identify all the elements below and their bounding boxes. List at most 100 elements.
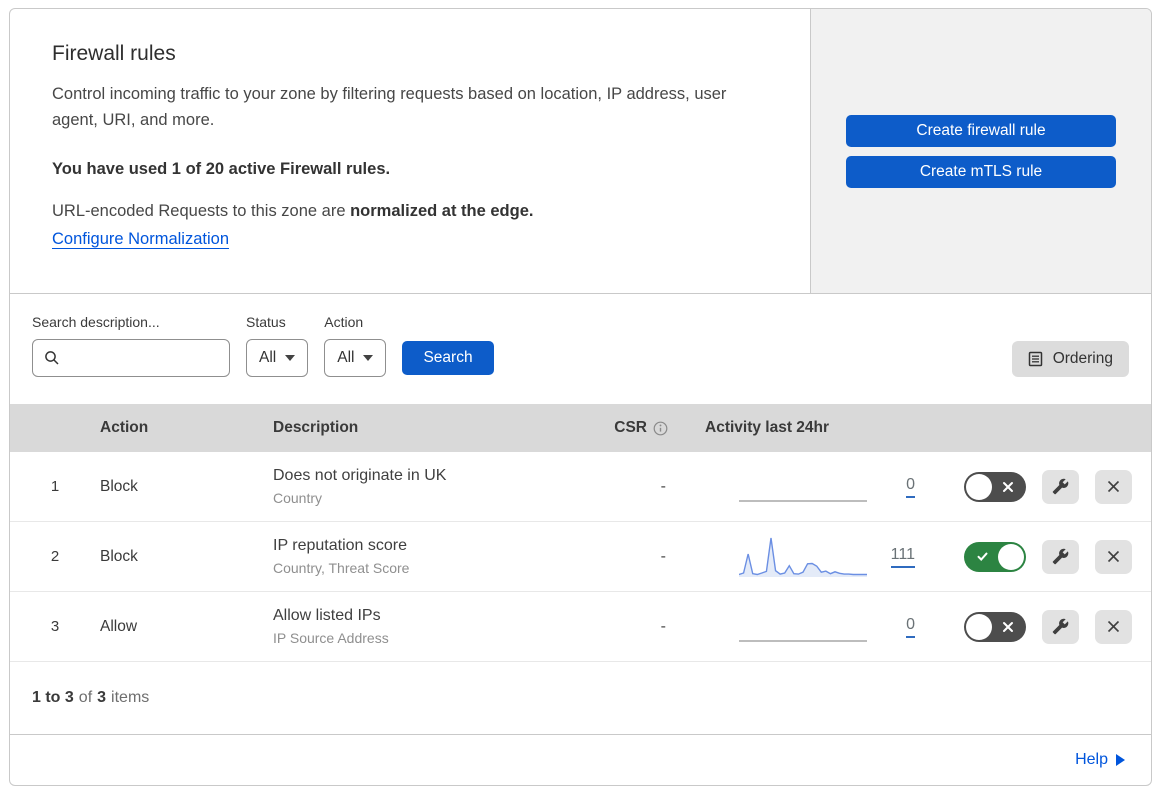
create-firewall-rule-button[interactable]: Create firewall rule <box>846 114 1116 147</box>
toggle-knob <box>998 543 1024 570</box>
close-icon <box>1106 549 1121 564</box>
filter-bar: Search description... Status All Action … <box>10 294 1151 404</box>
edit-rule-button[interactable] <box>1042 469 1079 504</box>
search-box[interactable] <box>32 339 230 377</box>
action-label: Action <box>324 314 364 330</box>
status-dropdown-value: All <box>259 349 277 366</box>
footer-total: 3 <box>97 689 107 706</box>
search-button[interactable]: Search <box>402 341 494 375</box>
normalization-bold: normalized at the edge. <box>350 202 534 220</box>
rule-fields: Country <box>273 490 323 506</box>
configure-normalization-link[interactable]: Configure Normalization <box>52 230 229 249</box>
rule-controls <box>915 539 1151 574</box>
rule-priority: 3 <box>50 618 60 635</box>
firewall-rules-card: Firewall rules Control incoming traffic … <box>9 8 1152 786</box>
create-mtls-rule-button[interactable]: Create mTLS rule <box>846 155 1116 188</box>
activity-count-link[interactable]: 0 <box>906 475 915 499</box>
rule-description-cell: Does not originate in UK Country <box>273 467 570 506</box>
activity-count-link[interactable]: 111 <box>890 545 915 569</box>
overview-section: Firewall rules Control incoming traffic … <box>10 9 1151 294</box>
delete-rule-button[interactable] <box>1095 609 1132 644</box>
rule-enable-toggle[interactable] <box>964 471 1026 502</box>
activity-count-link[interactable]: 0 <box>906 615 915 639</box>
edit-rule-button[interactable] <box>1042 609 1079 644</box>
edit-rule-button[interactable] <box>1042 539 1079 574</box>
overview-text: Firewall rules Control incoming traffic … <box>10 9 810 293</box>
rule-controls <box>915 609 1151 644</box>
wrench-icon <box>1052 618 1069 635</box>
arrow-right-icon <box>1116 754 1125 766</box>
rule-activity-cell: 0 <box>670 605 915 649</box>
x-icon <box>992 481 1024 493</box>
table-footer: 1 to 3 of 3 items <box>10 662 1151 734</box>
firewall-rules-page: Firewall rules Control incoming traffic … <box>9 8 1152 786</box>
page-title: Firewall rules <box>52 42 176 65</box>
normalization-text: URL-encoded Requests to this zone are <box>52 202 351 220</box>
search-field-group: Search description... <box>32 314 230 377</box>
filter-controls: Search description... Status All Action … <box>32 314 494 377</box>
usage-summary: You have used 1 of 20 active Firewall ru… <box>52 160 391 178</box>
footer-of: of <box>78 689 93 706</box>
help-link[interactable]: Help <box>1075 751 1108 769</box>
rule-action: Block <box>100 477 138 495</box>
info-icon[interactable] <box>653 421 668 436</box>
table-row: 2 Block IP reputation score Country, Thr… <box>10 522 1151 592</box>
col-description: Description <box>273 419 359 436</box>
x-icon <box>992 621 1024 633</box>
activity-sparkline <box>739 465 867 509</box>
chevron-down-icon <box>285 355 296 361</box>
delete-rule-button[interactable] <box>1095 469 1132 504</box>
action-dropdown[interactable]: All <box>324 339 387 377</box>
close-icon <box>1106 619 1121 634</box>
table-row: 1 Block Does not originate in UK Country… <box>10 452 1151 522</box>
list-icon <box>1028 351 1043 367</box>
col-activity: Activity last 24hr <box>705 419 830 436</box>
page-description: Control incoming traffic to your zone by… <box>52 85 727 129</box>
help-bar: Help <box>10 734 1151 785</box>
table-row: 3 Allow Allow listed IPs IP Source Addre… <box>10 592 1151 662</box>
wrench-icon <box>1052 478 1069 495</box>
rule-enable-toggle[interactable] <box>964 611 1026 642</box>
rule-description-cell: Allow listed IPs IP Source Address <box>273 607 570 646</box>
rule-controls <box>915 469 1151 504</box>
close-icon <box>1106 479 1121 494</box>
rule-activity-cell: 111 <box>670 535 915 579</box>
rule-description: Allow listed IPs <box>273 607 381 624</box>
col-action: Action <box>100 419 149 436</box>
ordering-button[interactable]: Ordering <box>1011 341 1129 377</box>
rule-csr: - <box>660 547 666 565</box>
check-icon <box>966 550 998 563</box>
action-field-group: Action All <box>324 314 387 377</box>
rule-action: Allow <box>100 617 138 635</box>
rule-description-cell: IP reputation score Country, Threat Scor… <box>273 537 570 576</box>
table-header: Action Description CSR Activity last 24h… <box>10 404 1151 452</box>
col-csr: CSR <box>570 419 670 437</box>
footer-range: 1 to 3 <box>32 689 74 706</box>
normalization-note: URL-encoded Requests to this zone are no… <box>52 202 768 221</box>
flat-activity-line <box>739 499 867 502</box>
toggle-knob <box>966 613 992 640</box>
chevron-down-icon <box>363 355 374 361</box>
ordering-button-label: Ordering <box>1052 350 1113 367</box>
search-input[interactable] <box>60 348 229 368</box>
rule-fields: Country, Threat Score <box>273 560 410 576</box>
rule-csr: - <box>660 477 666 495</box>
activity-sparkline <box>739 535 867 579</box>
actions-panel: Create firewall rule Create mTLS rule <box>810 9 1151 293</box>
rule-fields: IP Source Address <box>273 630 389 646</box>
rule-description: Does not originate in UK <box>273 467 447 484</box>
footer-items: items <box>111 689 150 706</box>
delete-rule-button[interactable] <box>1095 539 1132 574</box>
status-label: Status <box>246 314 286 330</box>
rule-priority: 1 <box>50 478 60 495</box>
search-icon <box>44 350 60 366</box>
toggle-knob <box>966 473 992 500</box>
rule-enable-toggle[interactable] <box>964 541 1026 572</box>
rule-description: IP reputation score <box>273 537 408 554</box>
activity-sparkline <box>739 605 867 649</box>
rule-csr: - <box>660 617 666 635</box>
rule-activity-cell: 0 <box>670 465 915 509</box>
rule-priority: 2 <box>50 548 60 565</box>
rule-action: Block <box>100 547 138 565</box>
status-dropdown[interactable]: All <box>246 339 309 377</box>
